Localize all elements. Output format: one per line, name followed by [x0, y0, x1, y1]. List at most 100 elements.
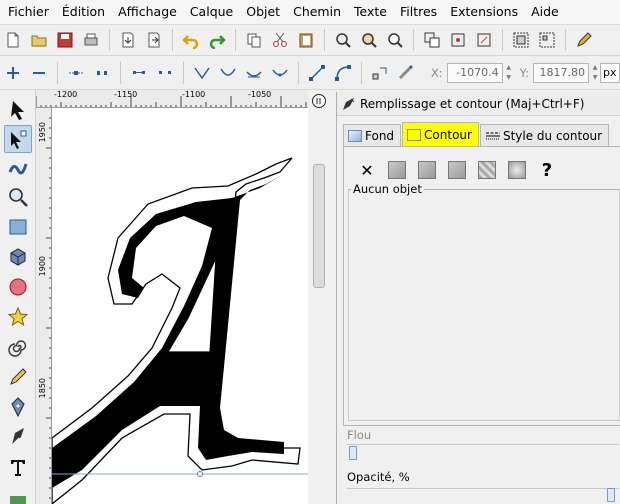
cusp-node-icon	[194, 67, 210, 79]
segment-curve-button[interactable]	[332, 62, 354, 84]
no-paint-button[interactable]: ✕	[356, 159, 378, 181]
zoom-page-button[interactable]	[384, 29, 406, 51]
join-nodes-button[interactable]	[65, 62, 87, 84]
redo-button[interactable]	[206, 29, 228, 51]
duplicate-button[interactable]	[421, 29, 443, 51]
save-button[interactable]	[54, 29, 76, 51]
tab-fill[interactable]: Fond	[343, 124, 402, 146]
y-coordinate-input[interactable]	[533, 62, 589, 83]
radial-gradient-button[interactable]	[446, 159, 468, 181]
break-nodes-button[interactable]	[91, 62, 113, 84]
menu-affichage[interactable]: Affichage	[112, 0, 184, 24]
object-to-path-button[interactable]	[369, 62, 391, 84]
linear-gradient-button[interactable]	[416, 159, 438, 181]
menu-chemin[interactable]: Chemin	[287, 0, 348, 24]
pencil-tool[interactable]	[4, 363, 32, 391]
pencil-icon	[10, 368, 27, 385]
menu-filtres[interactable]: Filtres	[394, 0, 444, 24]
open-button[interactable]	[28, 29, 50, 51]
calligraphy-tool[interactable]	[4, 423, 32, 451]
selector-tool[interactable]	[4, 96, 32, 124]
glyph-a-drawing[interactable]	[52, 108, 308, 504]
smooth-node-button[interactable]	[217, 62, 239, 84]
blur-slider-handle[interactable]	[349, 446, 357, 460]
swatch-button[interactable]	[506, 159, 528, 181]
horizontal-ruler: -1200 -1150 -1100 -1050	[36, 90, 308, 108]
tweak-tool[interactable]	[4, 153, 32, 181]
print-button[interactable]	[80, 29, 102, 51]
node-tool[interactable]	[4, 125, 32, 153]
insert-node-button[interactable]	[2, 62, 24, 84]
gradient-tool[interactable]	[4, 483, 32, 504]
clone-button[interactable]	[447, 29, 469, 51]
folder-icon	[31, 35, 47, 47]
zoom-drawing-button[interactable]	[358, 29, 380, 51]
menu-aide[interactable]: Aide	[525, 0, 566, 24]
x-icon: ✕	[360, 160, 374, 180]
new-document-button[interactable]	[2, 29, 24, 51]
join-segment-button[interactable]	[128, 62, 150, 84]
paint-type-row: ✕ ?	[356, 159, 566, 181]
opacity-label: Opacité, %	[347, 470, 410, 484]
node-handle[interactable]	[197, 471, 203, 477]
import-button[interactable]	[117, 29, 139, 51]
blur-slider-track[interactable]	[347, 444, 619, 458]
coordinates-box: X: ▲▼ Y: ▲▼ px	[425, 62, 620, 83]
unit-select[interactable]: px	[600, 62, 620, 83]
unlink-clone-button[interactable]	[473, 29, 495, 51]
cut-button[interactable]	[269, 29, 291, 51]
star-tool[interactable]	[4, 303, 32, 331]
group-button[interactable]	[510, 29, 532, 51]
y-spinner[interactable]: ▲ ▼	[590, 63, 600, 83]
flat-color-button[interactable]	[386, 159, 408, 181]
pattern-button[interactable]	[476, 159, 498, 181]
spiral-tool[interactable]	[4, 333, 32, 361]
tab-stroke-style[interactable]: Style du contour	[479, 124, 610, 146]
radial-gradient-icon	[448, 161, 466, 179]
undo-button[interactable]	[180, 29, 202, 51]
cusp-node-button[interactable]	[191, 62, 213, 84]
ungroup-button[interactable]	[536, 29, 558, 51]
bezier-tool[interactable]	[4, 393, 32, 421]
menu-extensions[interactable]: Extensions	[444, 0, 525, 24]
symmetric-node-button[interactable]	[243, 62, 265, 84]
copy-button[interactable]	[243, 29, 265, 51]
export-button[interactable]	[143, 29, 165, 51]
delete-segment-button[interactable]	[154, 62, 176, 84]
3d-box-tool[interactable]	[4, 243, 32, 271]
pen-tool-button[interactable]	[573, 29, 595, 51]
ellipse-tool[interactable]	[4, 273, 32, 301]
x-spinner[interactable]: ▲ ▼	[504, 63, 514, 83]
x-coordinate-input[interactable]	[446, 62, 503, 83]
menu-texte[interactable]: Texte	[348, 0, 394, 24]
unset-paint-button[interactable]: ?	[536, 159, 558, 181]
tab-stroke-paint[interactable]: Contour	[402, 122, 479, 146]
y-label: Y:	[519, 65, 529, 80]
commands-toolbar	[0, 24, 620, 56]
paste-button[interactable]	[295, 29, 317, 51]
segment-line-button[interactable]	[306, 62, 328, 84]
menu-objet[interactable]: Objet	[240, 0, 287, 24]
drawing-canvas[interactable]	[52, 108, 308, 504]
flat-color-icon	[388, 161, 406, 179]
opacity-slider-handle[interactable]	[607, 488, 615, 502]
vertical-scrollbar[interactable]	[308, 108, 330, 504]
segment-curve-icon	[335, 64, 351, 81]
scissors-icon	[273, 32, 287, 47]
menu-edition[interactable]: Édition	[56, 0, 112, 24]
text-tool[interactable]	[4, 453, 32, 481]
3d-box-icon	[10, 248, 26, 266]
separator	[57, 61, 58, 84]
separator	[298, 61, 299, 84]
zoom-selection-button[interactable]	[332, 29, 354, 51]
new-document-icon	[7, 32, 19, 48]
auto-smooth-node-button[interactable]	[269, 62, 291, 84]
stroke-to-path-button[interactable]	[395, 62, 417, 84]
menu-fichier[interactable]: Fichier	[2, 0, 56, 24]
scrollbar-thumb[interactable]	[313, 164, 325, 288]
delete-node-button[interactable]	[28, 62, 50, 84]
rectangle-tool[interactable]	[4, 213, 32, 241]
menu-calque[interactable]: Calque	[184, 0, 240, 24]
opacity-slider-track[interactable]	[347, 488, 619, 502]
zoom-tool[interactable]	[4, 183, 32, 211]
